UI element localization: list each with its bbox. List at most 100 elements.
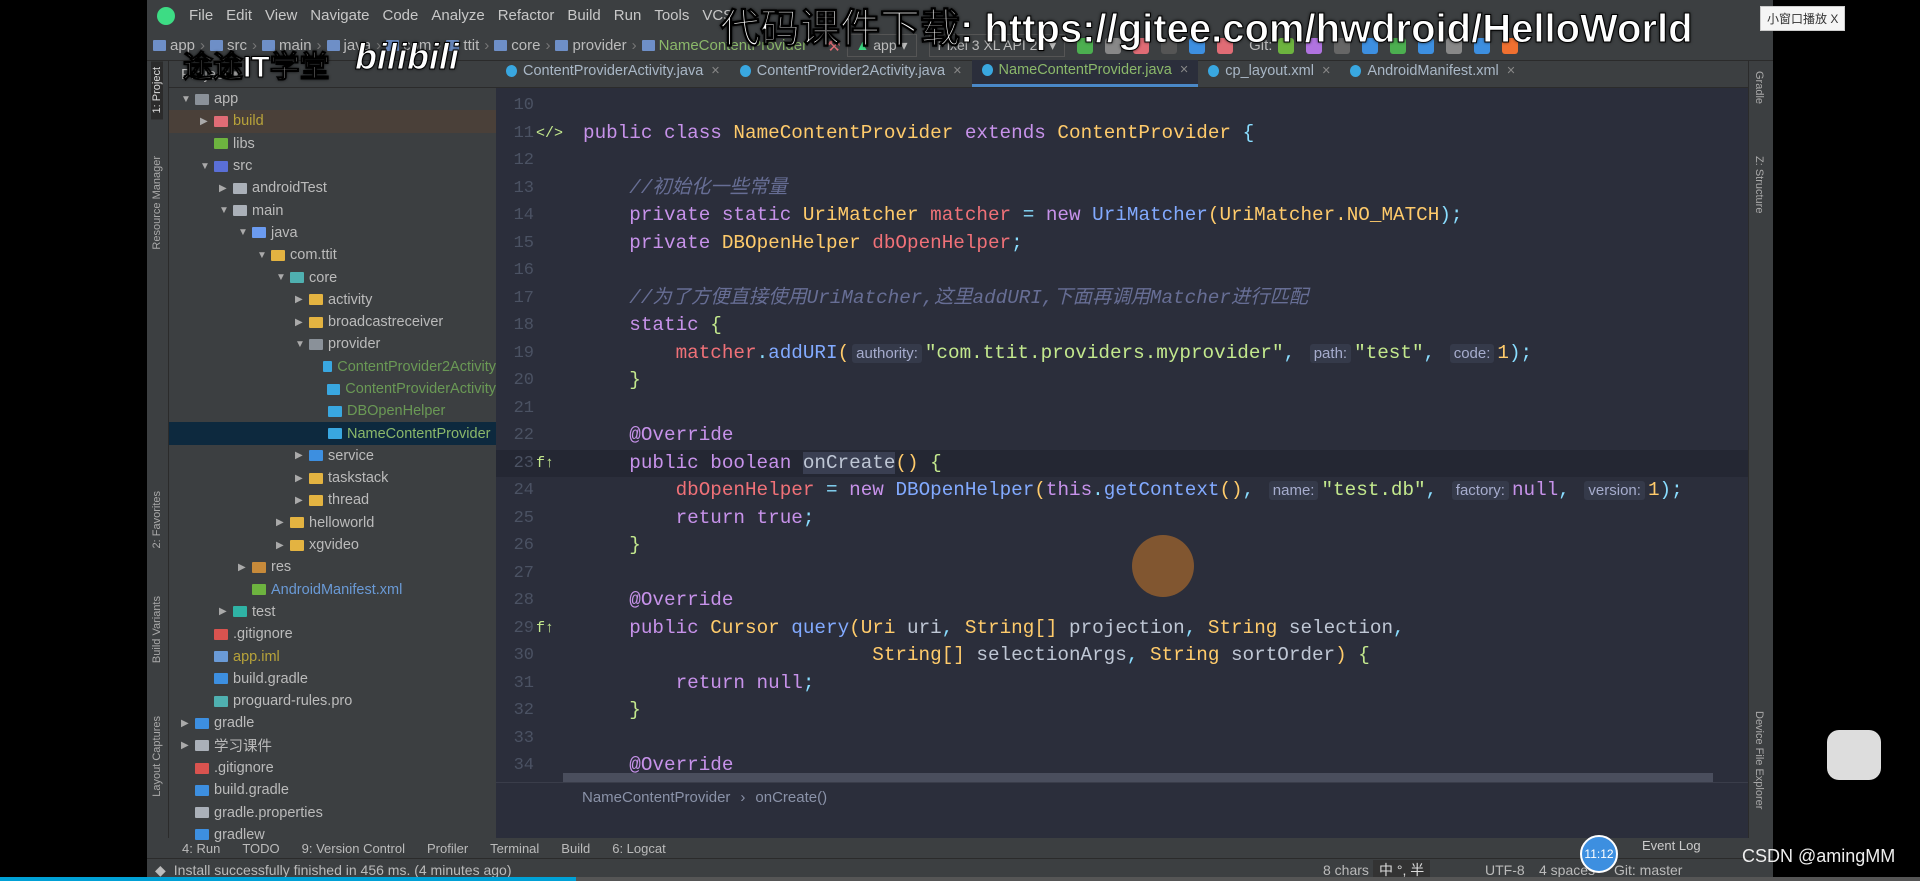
tool-window-todo[interactable]: TODO [242, 841, 279, 856]
menu-run[interactable]: Run [614, 7, 642, 24]
editor-tab[interactable]: NameContentProvider.java × [971, 60, 1199, 87]
menu-analyze[interactable]: Analyze [431, 7, 484, 24]
tool-window-logcat[interactable]: 6: Logcat [612, 841, 666, 856]
expand-arrow-icon[interactable]: ▼ [257, 250, 271, 261]
collapse-arrow-icon[interactable]: ▶ [295, 473, 309, 484]
editor-tab[interactable]: ContentProvider2Activity.java × [730, 60, 972, 87]
menu-code[interactable]: Code [382, 7, 418, 24]
collapse-arrow-icon[interactable]: ▶ [276, 540, 290, 551]
tree-item[interactable]: ContentProvider2Activity [169, 356, 496, 378]
override-icon[interactable]: f↑ [536, 615, 554, 643]
status-message[interactable]: Install successfully finished in 456 ms.… [174, 862, 512, 878]
tree-item[interactable]: ▶ androidTest [169, 177, 496, 199]
tree-item[interactable]: .gitignore [169, 623, 496, 645]
play-icon[interactable] [1827, 730, 1881, 780]
mini-player-button[interactable]: 小窗口播放 X [1760, 6, 1846, 31]
tree-item[interactable]: ▶ service [169, 445, 496, 467]
menu-tools[interactable]: Tools [654, 7, 689, 24]
tree-item[interactable]: ▼ java [169, 222, 496, 244]
editor-tab[interactable]: AndroidManifest.xml × [1340, 60, 1525, 87]
breadcrumb-class[interactable]: NameContentProvider [582, 789, 730, 806]
code-area[interactable]: 10 11 </> public class NameContentProvider … [496, 88, 1748, 782]
project-tool-tab[interactable]: 1: Project [151, 61, 163, 120]
collapse-arrow-icon[interactable]: ▶ [219, 606, 233, 617]
expand-arrow-icon[interactable]: ▼ [219, 205, 233, 216]
mini-player-close[interactable]: X [1830, 12, 1838, 26]
close-tab-icon[interactable]: × [953, 63, 961, 79]
tree-item[interactable]: build.gradle [169, 668, 496, 690]
tree-item[interactable]: gradle.properties [169, 802, 496, 824]
tree-item[interactable]: ▶ activity [169, 289, 496, 311]
breadcrumb-item[interactable]: provider › [555, 37, 641, 54]
expand-arrow-icon[interactable]: ▼ [200, 161, 214, 172]
build-variants-tab[interactable]: Build Variants [151, 596, 163, 663]
expand-arrow-icon[interactable]: ▼ [276, 272, 290, 283]
tree-item[interactable]: ▼ provider [169, 333, 496, 355]
git-branch[interactable]: Git: master [1614, 862, 1682, 878]
menu-edit[interactable]: Edit [226, 7, 252, 24]
editor-tab[interactable]: cp_layout.xml × [1198, 60, 1340, 87]
gradle-tab[interactable]: Gradle [1753, 71, 1765, 104]
tree-item[interactable]: ▶ res [169, 556, 496, 578]
tree-item[interactable]: .gitignore [169, 757, 496, 779]
close-tab-icon[interactable]: × [1322, 63, 1330, 79]
menu-file[interactable]: File [189, 7, 213, 24]
layout-captures-tab[interactable]: Layout Captures [151, 716, 163, 797]
close-tab-icon[interactable]: × [1507, 63, 1515, 79]
expand-arrow-icon[interactable]: ▼ [295, 339, 309, 350]
structure-tab[interactable]: Z: Structure [1753, 156, 1765, 213]
collapse-arrow-icon[interactable]: ▶ [295, 495, 309, 506]
collapse-arrow-icon[interactable]: ▶ [276, 517, 290, 528]
breadcrumb-item[interactable]: core › [494, 37, 555, 54]
tree-item[interactable]: ▶ test [169, 601, 496, 623]
collapse-arrow-icon[interactable]: ▶ [295, 317, 309, 328]
close-tab-icon[interactable]: × [711, 63, 719, 79]
tool-window-profiler[interactable]: Profiler [427, 841, 468, 856]
tree-item[interactable]: NameContentProvider [169, 422, 496, 445]
resource-manager-tab[interactable]: Resource Manager [151, 156, 163, 250]
tree-item[interactable]: ▼ src [169, 155, 496, 177]
video-progress-bar[interactable] [0, 877, 1920, 881]
tree-item[interactable]: libs [169, 133, 496, 155]
class-icon[interactable]: </> [536, 120, 563, 148]
tree-item[interactable]: ▼ core [169, 266, 496, 288]
collapse-arrow-icon[interactable]: ▶ [238, 562, 252, 573]
menu-build[interactable]: Build [567, 7, 600, 24]
collapse-arrow-icon[interactable]: ▶ [295, 294, 309, 305]
tool-window-terminal[interactable]: Terminal [490, 841, 539, 856]
collapse-arrow-icon[interactable]: ▶ [181, 718, 195, 729]
tree-item[interactable]: ▶ xgvideo [169, 534, 496, 556]
favorites-tab[interactable]: 2: Favorites [151, 491, 163, 548]
tree-item[interactable]: build.gradle [169, 779, 496, 801]
collapse-arrow-icon[interactable]: ▶ [219, 183, 233, 194]
event-log-button[interactable]: Event Log [1642, 838, 1701, 853]
tool-window-versioncontrol[interactable]: 9: Version Control [302, 841, 405, 856]
tree-item[interactable]: AndroidManifest.xml [169, 579, 496, 601]
tool-window-run[interactable]: 4: Run [182, 841, 220, 856]
device-file-explorer-tab[interactable]: Device File Explorer [1753, 711, 1765, 809]
override-icon[interactable]: f↑ [536, 450, 554, 478]
tree-item[interactable]: ▶ 学习课件 [169, 735, 496, 757]
tree-item[interactable]: ▶ broadcastreceiver [169, 311, 496, 333]
tree-item[interactable]: ▶ taskstack [169, 467, 496, 489]
tree-item[interactable]: ▼ com.ttit [169, 244, 496, 266]
tree-item[interactable]: app.iml [169, 645, 496, 667]
breadcrumb-method[interactable]: onCreate() [755, 789, 827, 806]
tool-window-build[interactable]: Build [561, 841, 590, 856]
collapse-arrow-icon[interactable]: ▶ [200, 116, 214, 127]
menu-view[interactable]: View [265, 7, 297, 24]
tree-item[interactable]: ▼ app [169, 88, 496, 110]
expand-arrow-icon[interactable]: ▼ [181, 94, 195, 105]
collapse-arrow-icon[interactable]: ▶ [295, 450, 309, 461]
menu-refactor[interactable]: Refactor [498, 7, 555, 24]
menu-navigate[interactable]: Navigate [310, 7, 369, 24]
tree-item[interactable]: ▶ build [169, 110, 496, 133]
close-tab-icon[interactable]: × [1180, 62, 1188, 78]
collapse-arrow-icon[interactable]: ▶ [181, 740, 195, 751]
tree-item[interactable]: ▶ thread [169, 489, 496, 511]
tree-item[interactable]: proguard-rules.pro [169, 690, 496, 712]
expand-arrow-icon[interactable]: ▼ [238, 227, 252, 238]
tree-item[interactable]: ▶ helloworld [169, 512, 496, 534]
tree-item[interactable]: ▼ main [169, 199, 496, 221]
editor-tab[interactable]: ContentProviderActivity.java × [496, 60, 730, 87]
